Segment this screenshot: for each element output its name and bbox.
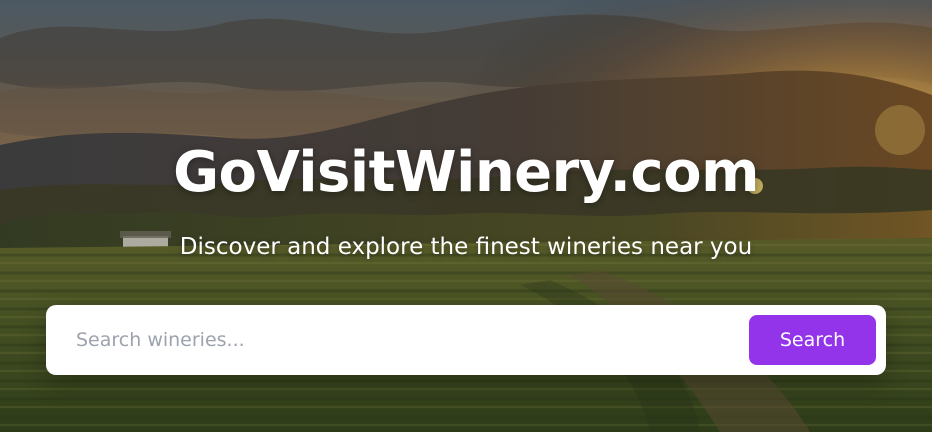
hero-content: GoVisitWinery.com Discover and explore t… [0,0,932,432]
hero-section: GoVisitWinery.com Discover and explore t… [0,0,932,432]
search-input[interactable] [60,315,740,365]
search-form: Search [46,305,886,375]
site-title: GoVisitWinery.com [173,140,759,205]
site-tagline: Discover and explore the finest wineries… [179,234,753,260]
search-button[interactable]: Search [749,315,876,365]
